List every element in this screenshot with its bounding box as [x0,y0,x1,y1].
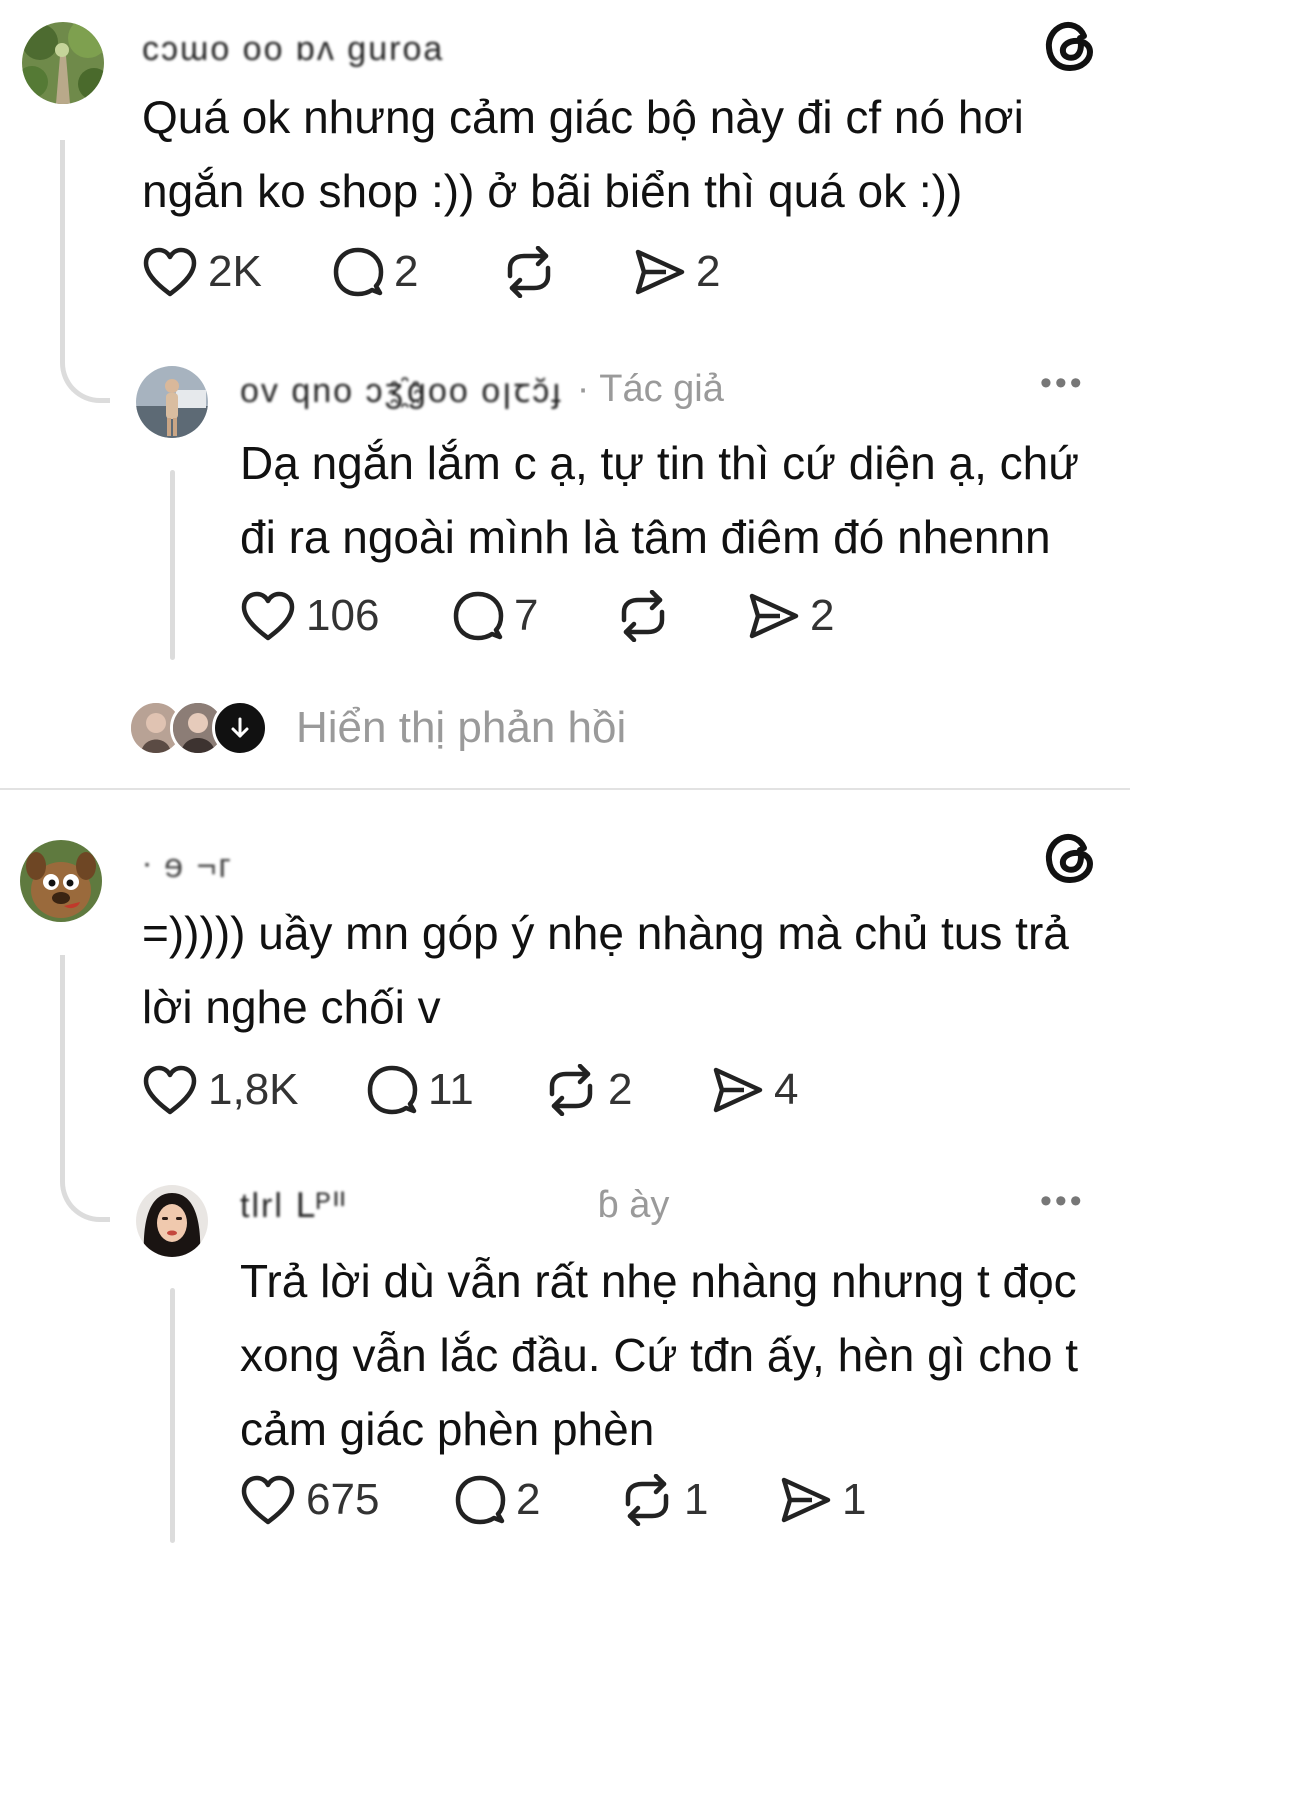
reply-button[interactable]: 11 [366,1064,544,1116]
reply-timestamp: ɓ ày [597,1184,670,1226]
reply-count: 2 [516,1475,541,1524]
share-button[interactable]: 1 [778,1474,866,1526]
threads-logo-icon[interactable] [1040,16,1100,76]
repost-count: 2 [608,1065,633,1114]
heart-icon [143,1065,197,1115]
reply-username[interactable]: tlrl ꓡᴾᐦ [240,1186,348,1226]
share-count: 1 [842,1475,867,1524]
commenter-username[interactable]: ᐧ ɘ ¬ᴦ [142,846,233,886]
author-badge: · Tác giả [576,367,724,410]
comment-text-line: ngắn ko shop :)) ở bãi biển thì quá ok :… [142,165,963,217]
comment-bubble-icon [455,1475,506,1525]
like-button[interactable]: 1,8K [142,1064,366,1116]
reply-username[interactable]: ov qno ɔʒ҈ɡoo oꞁꞇɔ̆ɟ [240,366,563,412]
reply-text-line: đi ra ngoài mình là tâm điêm đó nhennn [240,511,1051,563]
heart-icon [241,1475,295,1525]
more-dots-icon: ••• [1040,1182,1085,1220]
reply-action-bar: 675 2 1 1 [240,1470,866,1530]
comment-text-line: Quá ok nhưng cảm giác bộ này đi cf nó hơ… [142,91,1024,143]
reply-button[interactable]: 7 [452,590,616,642]
reply-text-line: cảm giác phèn phèn [240,1403,655,1455]
share-button[interactable]: 2 [632,246,720,298]
send-icon [781,1477,831,1523]
arrow-down-icon [212,700,268,756]
more-options-button[interactable]: ••• [1040,1182,1085,1221]
comment-text: Quá ok nhưng cảm giác bộ này đi cf nó hơ… [142,80,1024,228]
thread-connector [60,140,110,403]
repost-button[interactable]: 2 [544,1064,710,1116]
like-count: 106 [306,591,380,640]
show-replies-row[interactable]: Hiển thị phản hồi [128,700,626,756]
send-icon [713,1067,763,1113]
send-icon [635,249,685,295]
thread-connector [60,955,110,1222]
comment-bubble-icon [367,1065,418,1115]
reply-text-line: Trả lời dù vẫn rất nhẹ nhàng nhưng t đọc [240,1255,1077,1307]
like-count: 2K [208,247,262,296]
reply-header: tlrl ꓡᴾᐦ ɓ ày [240,1184,669,1227]
like-button[interactable]: 106 [240,590,452,642]
repost-icon [621,590,665,642]
more-options-button[interactable]: ••• [1040,364,1085,403]
reply-button[interactable]: 2 [332,246,502,298]
reply-action-bar: 106 7 2 [240,586,834,646]
commenter-username[interactable]: cɔɯo oo ɒʌ ɡuroa [142,30,444,69]
show-replies-link[interactable]: Hiển thị phản hồi [296,703,626,753]
reply-text-line: xong vẫn lắc đầu. Cứ tđn ấy, hèn gì cho … [240,1329,1079,1381]
share-count: 2 [810,591,835,640]
repost-icon [549,1064,593,1116]
repost-icon [507,246,551,298]
comment-action-bar: 1,8K 11 2 4 [142,1060,798,1120]
reply-count: 7 [514,591,539,640]
reply-text: Trả lời dù vẫn rất nhẹ nhàng nhưng t đọc… [240,1244,1078,1466]
commenter-avatar[interactable] [20,840,102,922]
reply-avatar[interactable] [136,1185,208,1257]
heart-icon [143,247,197,297]
like-button[interactable]: 2K [142,246,332,298]
like-count: 1,8K [208,1065,299,1114]
send-icon [749,593,799,639]
reply-avatar[interactable] [136,366,208,438]
like-count: 675 [306,1475,380,1524]
reply-thread-line [170,470,175,660]
reply-thread-line [170,1288,175,1543]
reply-count: 11 [428,1065,474,1114]
comment-bubble-icon [453,591,504,641]
heart-icon [241,591,295,641]
reply-count: 2 [394,247,419,296]
repost-count: 1 [684,1475,709,1524]
thread-divider [0,788,1130,790]
share-button[interactable]: 4 [710,1064,798,1116]
reply-text-line: Dạ ngắn lắm c ạ, tự tin thì cứ diện ạ, c… [240,437,1080,489]
like-button[interactable]: 675 [240,1474,454,1526]
threads-logo-icon[interactable] [1040,828,1100,888]
share-count: 4 [774,1065,799,1114]
share-button[interactable]: 2 [746,590,834,642]
repost-button[interactable] [502,246,632,298]
reply-header: ov qno ɔʒ҈ɡoo oꞁꞇɔ̆ɟ · Tác giả [240,366,724,412]
repost-button[interactable]: 1 [620,1474,778,1526]
comment-action-bar: 2K 2 2 [142,242,720,302]
comment-text-line: =))))) uầy mn góp ý nhẹ nhàng mà chủ tus… [142,907,1069,959]
reply-button[interactable]: 2 [454,1474,620,1526]
repost-icon [625,1474,669,1526]
more-dots-icon: ••• [1040,364,1085,402]
reply-text: Dạ ngắn lắm c ạ, tự tin thì cứ diện ạ, c… [240,426,1079,574]
share-count: 2 [696,247,721,296]
comment-bubble-icon [333,247,384,297]
repost-button[interactable] [616,590,746,642]
comment-text-line: lời nghe chối v [142,981,441,1033]
comment-text: =))))) uầy mn góp ý nhẹ nhàng mà chủ tus… [142,896,1069,1044]
commenter-avatar[interactable] [22,22,104,104]
